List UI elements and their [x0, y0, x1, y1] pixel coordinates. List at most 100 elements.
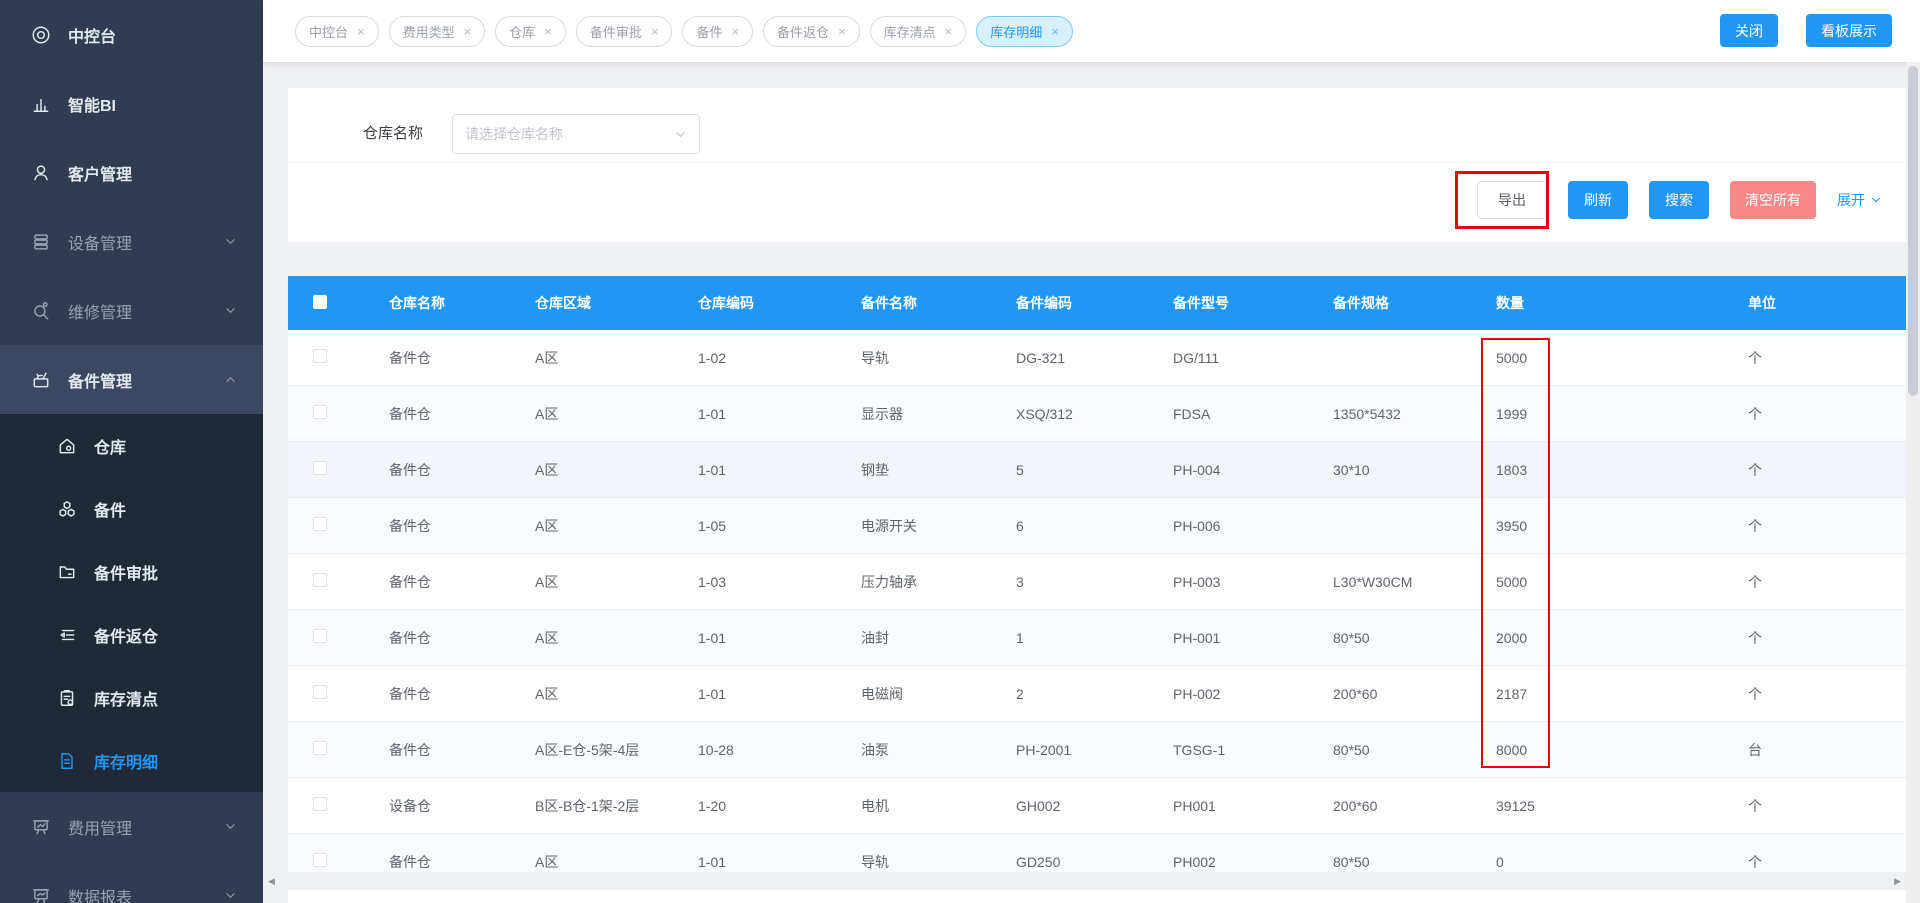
sidebar-item-label: 备件返仓	[94, 628, 159, 646]
row-checkbox[interactable]	[313, 797, 327, 811]
tab-close-icon[interactable]: ×	[945, 25, 953, 38]
export-button[interactable]: 导出	[1477, 181, 1547, 219]
scroll-left-arrow-icon[interactable]: ◀	[268, 876, 275, 886]
search-button[interactable]: 搜索	[1649, 181, 1709, 219]
table-toolbar: 导出 刷新 搜索 清空所有 展开	[1477, 181, 1882, 219]
row-checkbox[interactable]	[313, 629, 327, 643]
sidebar-item-label: 备件审批	[94, 565, 159, 583]
cell-part-code: DG-321	[1016, 349, 1066, 366]
cell-warehouse-area: B区-B仓-1架-2层	[535, 797, 640, 814]
cell-unit: 个	[1748, 629, 1762, 646]
sidebar-item-label: 维修管理	[68, 304, 133, 322]
clear-all-button[interactable]: 清空所有	[1730, 181, 1816, 219]
tab-chip[interactable]: 费用类型 ×	[388, 15, 486, 47]
row-checkbox[interactable]	[313, 685, 327, 699]
tab-close-icon[interactable]: ×	[731, 25, 739, 38]
table-row[interactable]: 备件仓 A区 1-03 压力轴承 3 PH-003 L30*W30CM 5000…	[288, 554, 1906, 610]
sidebar-item-device-mgmt[interactable]: 设备管理	[0, 207, 263, 276]
vertical-scrollbar[interactable]	[1906, 62, 1920, 903]
cell-warehouse-name: 备件仓	[389, 517, 431, 534]
cell-warehouse-area: A区	[535, 405, 559, 422]
sidebar-item-inventory-detail[interactable]: 库存明细	[0, 729, 263, 792]
table-row[interactable]: 备件仓 A区 1-01 钢垫 5 PH-004 30*10 1803 个	[288, 442, 1906, 498]
warehouse-icon	[56, 435, 77, 456]
sidebar-item-spare-parts-mgmt[interactable]: 备件管理	[0, 345, 263, 414]
row-checkbox[interactable]	[313, 573, 327, 587]
tab-close-icon[interactable]: ×	[464, 25, 472, 38]
cell-warehouse-code: 1-01	[698, 853, 727, 870]
horizontal-scrollbar[interactable]: ◀ ▶	[263, 872, 1906, 890]
col-warehouse-name: 仓库名称	[389, 295, 445, 311]
table-row[interactable]: 备件仓 A区 1-05 电源开关 6 PH-006 3950 个	[288, 498, 1906, 554]
tab-close-icon[interactable]: ×	[357, 25, 365, 38]
panel-divider	[288, 162, 1906, 163]
cell-warehouse-code: 1-20	[698, 797, 727, 814]
sidebar-item-expense-mgmt[interactable]: 费用管理	[0, 792, 263, 861]
sidebar-item-repair-mgmt[interactable]: 维修管理	[0, 276, 263, 345]
sidebar-item-spare-parts[interactable]: 备件	[0, 477, 263, 540]
table-row[interactable]: 备件仓 A区 1-01 显示器 XSQ/312 FDSA 1350*5432 1…	[288, 386, 1906, 442]
table-row[interactable]: 备件仓 A区 1-01 电磁阀 2 PH-002 200*60 2187 个	[288, 666, 1906, 722]
warehouse-name-select[interactable]: 请选择仓库名称	[452, 114, 700, 154]
sidebar-item-data-report[interactable]: 数据报表	[0, 861, 263, 903]
cell-unit: 个	[1748, 685, 1762, 702]
row-checkbox[interactable]	[313, 741, 327, 755]
col-part-spec: 备件规格	[1333, 295, 1389, 311]
cell-part-model: PH-001	[1173, 629, 1221, 646]
row-checkbox[interactable]	[313, 405, 327, 419]
sidebar-item-console[interactable]: 中控台	[0, 0, 263, 69]
select-all-checkbox[interactable]	[313, 294, 327, 309]
col-part-code: 备件编码	[1016, 295, 1072, 311]
cell-part-code: PH-2001	[1016, 741, 1072, 758]
table-row[interactable]: 备件仓 A区-E仓-5架-4层 10-28 油泵 PH-2001 TGSG-1 …	[288, 722, 1906, 778]
sidebar-item-inventory-check[interactable]: 库存清点	[0, 666, 263, 729]
cell-part-name: 油封	[861, 629, 889, 646]
tab-close-icon[interactable]: ×	[1051, 25, 1059, 38]
tab-chip[interactable]: 备件返仓 ×	[763, 15, 860, 47]
expand-link[interactable]: 展开	[1837, 190, 1882, 210]
tab-chip[interactable]: 中控台 ×	[295, 15, 379, 47]
row-checkbox[interactable]	[313, 517, 327, 531]
list-return-icon	[56, 624, 77, 645]
sidebar-item-label: 库存清点	[94, 691, 159, 709]
cell-quantity: 5000	[1496, 349, 1528, 366]
tab-chip[interactable]: 库存明细 ×	[976, 15, 1073, 47]
sidebar-item-smart-bi[interactable]: 智能BI	[0, 69, 263, 138]
row-checkbox[interactable]	[313, 853, 327, 867]
sidebar-item-label: 备件	[94, 502, 127, 520]
cell-warehouse-name: 备件仓	[389, 853, 431, 870]
row-checkbox[interactable]	[313, 461, 327, 475]
table-row[interactable]: 备件仓 A区 1-01 油封 1 PH-001 80*50 2000 个	[288, 610, 1906, 666]
cell-unit: 个	[1748, 349, 1762, 366]
cell-warehouse-name: 备件仓	[389, 685, 431, 702]
cell-unit: 个	[1748, 517, 1762, 534]
table-row[interactable]: 设备仓 B区-B仓-1架-2层 1-20 电机 GH002 PH001 200*…	[288, 778, 1906, 834]
cell-quantity: 5000	[1496, 573, 1528, 590]
main-area: 中控台 × 费用类型 × 仓库 × 备件审批 × 备件 × 备件返仓 × 库存清…	[263, 0, 1920, 903]
cell-unit: 个	[1748, 405, 1762, 422]
vertical-scrollbar-thumb[interactable]	[1908, 66, 1918, 396]
row-checkbox[interactable]	[313, 349, 327, 363]
table-row[interactable]: 备件仓 A区 1-02 导轨 DG-321 DG/111 5000 个	[288, 330, 1906, 386]
tab-chip[interactable]: 备件 ×	[682, 15, 754, 47]
close-button[interactable]: 关闭	[1720, 14, 1778, 47]
board-display-button[interactable]: 看板展示	[1806, 14, 1892, 47]
cell-part-name: 导轨	[861, 349, 889, 366]
refresh-button[interactable]: 刷新	[1568, 181, 1628, 219]
tab-chip[interactable]: 仓库 ×	[495, 15, 566, 47]
tab-close-icon[interactable]: ×	[838, 25, 846, 38]
cell-warehouse-area: A区	[535, 573, 559, 590]
cell-warehouse-code: 1-03	[698, 573, 727, 590]
sidebar-item-parts-return[interactable]: 备件返仓	[0, 603, 263, 666]
cell-part-spec: 80*50	[1333, 853, 1370, 870]
sidebar-item-label: 库存明细	[94, 754, 159, 772]
sidebar-item-warehouse[interactable]: 仓库	[0, 414, 263, 477]
scroll-right-arrow-icon[interactable]: ▶	[1894, 876, 1901, 886]
sidebar-item-customer-mgmt[interactable]: 客户管理	[0, 138, 263, 207]
tab-chip[interactable]: 备件审批 ×	[575, 15, 673, 47]
tab-close-icon[interactable]: ×	[544, 25, 552, 38]
sidebar-item-parts-approval[interactable]: 备件审批	[0, 540, 263, 603]
tab-close-icon[interactable]: ×	[651, 25, 659, 38]
tab-chip[interactable]: 库存清点 ×	[869, 15, 967, 47]
chevron-down-icon	[1872, 197, 1880, 203]
